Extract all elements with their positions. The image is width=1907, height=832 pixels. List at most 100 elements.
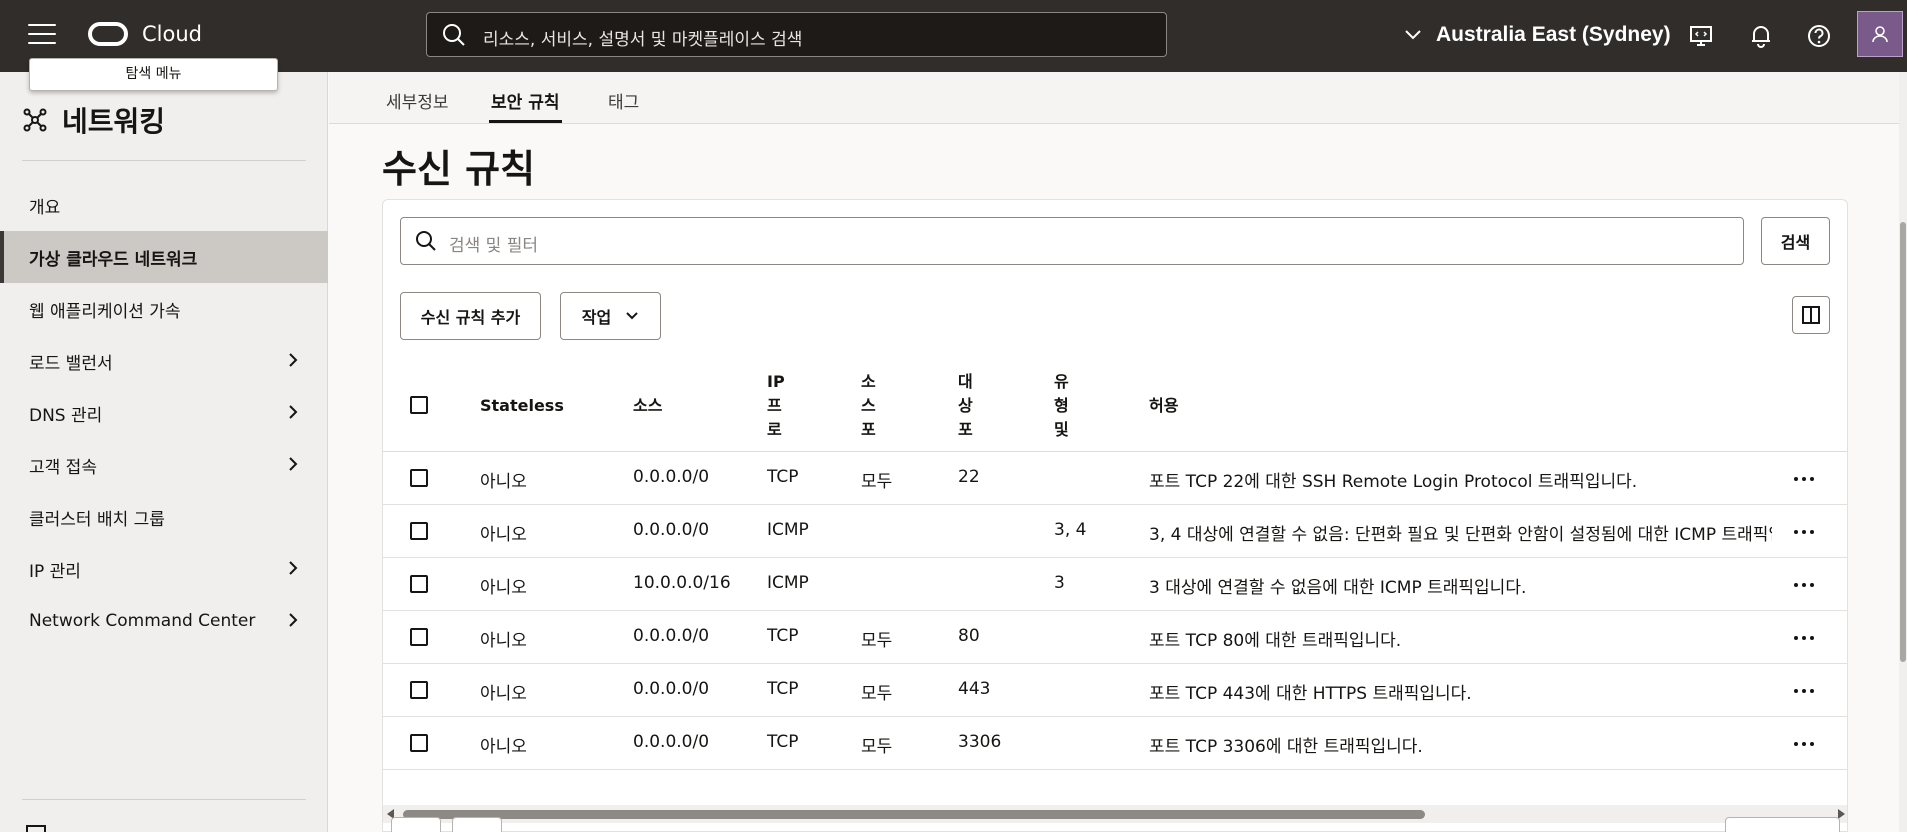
oracle-logo-icon[interactable] [88,22,128,46]
cell-source: 0.0.0.0/0 [633,626,710,646]
sidebar-item-web-acceleration[interactable]: 웹 애플리케이션 가속 [0,283,328,335]
cell-description: 포트 TCP 443에 대한 HTTPS 트래픽입니다. [1149,684,1472,704]
table-row[interactable]: 아니오 0.0.0.0/0 TCP 모두 443 포트 TCP 443에 대한 HTTPS… [383,664,1847,717]
cell-source-port: 모두 [861,472,893,492]
cell-ip-protocol: TCP [767,626,799,646]
row-checkbox[interactable] [410,628,428,646]
chevron-right-icon [289,353,298,367]
sidebar-item-customer-connectivity[interactable]: 고객 접속 [0,439,328,491]
sidebar-item-overview[interactable]: 개요 [0,179,328,231]
profile-avatar[interactable] [1857,11,1903,57]
global-search-placeholder: 리소스, 서비스, 설명서 및 마켓플레이스 검색 [483,30,803,50]
sidebar-item-label: 로드 밸런서 [29,353,113,374]
scrollbar-thumb[interactable] [1900,222,1906,662]
row-checkbox[interactable] [410,469,428,487]
chevron-right-icon [289,405,298,419]
cell-ip-protocol: TCP [767,467,799,487]
chevron-down-icon [626,312,638,320]
cell-destination-port: 443 [958,679,991,699]
row-actions-kebab-icon[interactable] [1790,681,1818,701]
chevron-right-icon [289,561,298,575]
cell-destination-port: 80 [958,626,980,646]
pagination-next-button[interactable] [452,817,502,832]
horizontal-scrollbar[interactable] [383,805,1847,823]
sidebar-item-label: IP 관리 [29,561,81,582]
user-icon [1872,26,1888,43]
sidebar-header: 네트워킹 [22,100,165,140]
column-header-source-port[interactable]: 소스포 [861,370,881,442]
scrollbar-thumb[interactable] [403,810,1425,819]
cell-destination-port: 3306 [958,732,1002,752]
add-ingress-rule-button[interactable]: 수신 규칙 추가 [400,292,541,340]
collapse-sidebar-icon[interactable] [26,825,46,832]
brand-label[interactable]: Cloud [142,22,202,46]
cell-source: 0.0.0.0/0 [633,732,710,752]
sidebar-item-load-balancers[interactable]: 로드 밸런서 [0,335,328,387]
column-toggle-button[interactable] [1792,296,1830,334]
cell-source-port: 모두 [861,684,893,704]
table-row[interactable]: 아니오 0.0.0.0/0 TCP 모두 22 포트 TCP 22에 대한 SSH Rem… [383,452,1847,505]
row-checkbox[interactable] [410,734,428,752]
page-title: 수신 규칙 [382,147,536,191]
cell-stateless: 아니오 [480,578,527,598]
hamburger-menu-icon[interactable] [28,24,56,46]
search-icon [443,24,465,46]
chevron-right-icon [289,613,298,627]
region-selector[interactable]: Australia East (Sydney) [1404,22,1671,48]
table-row[interactable]: 아니오 10.0.0.0/16 ICMP 3 3 대상에 연결할 수 없음에 대한 IC… [383,558,1847,611]
column-header-stateless[interactable]: Stateless [480,394,564,418]
row-checkbox[interactable] [410,522,428,540]
sidebar-item-ip-management[interactable]: IP 관리 [0,543,328,595]
row-checkbox[interactable] [410,681,428,699]
cell-source: 10.0.0.0/16 [633,573,731,593]
search-button[interactable]: 검색 [1761,217,1830,265]
vertical-scrollbar[interactable] [1899,72,1907,832]
sidebar-item-cluster-placement[interactable]: 클러스터 배치 그룹 [0,491,328,543]
developer-tools-icon[interactable] [1687,22,1715,50]
row-actions-kebab-icon[interactable] [1790,469,1818,489]
column-header-destination-port[interactable]: 대상포 [958,370,978,442]
cell-ip-protocol: TCP [767,732,799,752]
sidebar-item-label: 클러스터 배치 그룹 [29,509,165,530]
tab-tags[interactable]: 태그 [608,88,639,113]
pagination-size-select[interactable] [1725,817,1840,832]
sidebar-item-dns[interactable]: DNS 관리 [0,387,328,439]
tab-details[interactable]: 세부정보 [386,88,449,113]
cell-description: 3 대상에 연결할 수 없음에 대한 ICMP 트래픽입니다. [1149,578,1527,598]
tab-security-rules[interactable]: 보안 규칙 [491,88,559,113]
cell-destination-port: 22 [958,467,980,487]
sidebar-item-network-command-center[interactable]: Network Command Center [0,595,328,647]
row-actions-kebab-icon[interactable] [1790,575,1818,595]
sidebar-item-vcn[interactable]: 가상 클라우드 네트워크 [0,231,328,283]
column-header-type-code[interactable]: 유형및 [1054,370,1074,442]
row-checkbox[interactable] [410,575,428,593]
cell-source-port: 모두 [861,631,893,651]
column-header-allows[interactable]: 허용 [1149,394,1178,418]
row-actions-kebab-icon[interactable] [1790,734,1818,754]
row-actions-kebab-icon[interactable] [1790,628,1818,648]
table-row[interactable]: 아니오 0.0.0.0/0 TCP 모두 80 포트 TCP 80에 대한 트래픽입니다. [383,611,1847,664]
row-actions-kebab-icon[interactable] [1790,522,1818,542]
cell-type-code: 3, 4 [1054,520,1087,540]
search-icon [416,231,436,251]
pagination-prev-button[interactable] [391,817,441,832]
top-bar: Cloud 리소스, 서비스, 설명서 및 마켓플레이스 검색 Australi… [0,0,1907,72]
sidebar-title: 네트워킹 [62,105,166,138]
table-row[interactable]: 아니오 0.0.0.0/0 TCP 모두 3306 포트 TCP 3306에 대한 트래픽… [383,717,1847,770]
global-search-input[interactable]: 리소스, 서비스, 설명서 및 마켓플레이스 검색 [426,12,1167,57]
tab-bar: 세부정보 보안 규칙 태그 [329,72,1907,124]
cell-type-code: 3 [1054,573,1065,593]
actions-menu-button[interactable]: 작업 [560,292,661,340]
networking-icon [23,108,47,132]
bell-icon[interactable] [1747,22,1775,50]
ingress-rules-panel: 검색 및 필터 검색 수신 규칙 추가 작업 Stateless 소스 IP프로… [382,199,1848,832]
cell-ip-protocol: ICMP [767,520,809,540]
column-header-ip-protocol[interactable]: IP프로 [767,370,787,442]
table-row[interactable]: 아니오 0.0.0.0/0 ICMP 3, 4 3, 4 대상에 연결할 수 없음: 단… [383,505,1847,558]
help-icon[interactable] [1805,22,1833,50]
cell-description: 3, 4 대상에 연결할 수 없음: 단편화 필요 및 단편화 안함이 설정됨에… [1149,525,1772,545]
main-content: 세부정보 보안 규칙 태그 수신 규칙 검색 및 필터 검색 수신 규칙 추가 … [329,72,1907,832]
select-all-checkbox[interactable] [410,396,428,414]
column-header-source[interactable]: 소스 [633,394,662,418]
search-filter-input[interactable]: 검색 및 필터 [400,217,1744,265]
